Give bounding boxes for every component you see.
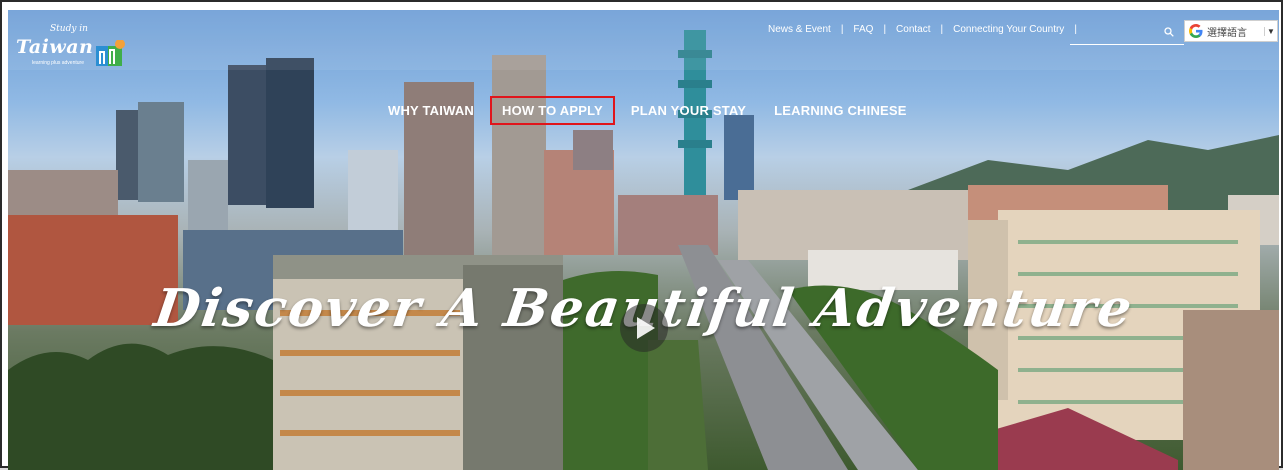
google-g-icon (1189, 24, 1203, 38)
top-separator: | (940, 24, 944, 35)
logo-wordmark: Taiwan (16, 36, 94, 58)
city-skyline-background (8, 10, 1279, 470)
site-logo[interactable]: Study in Taiwan learning plus adventure (16, 20, 134, 78)
hero-banner: Study in Taiwan learning plus adventure … (8, 10, 1279, 470)
play-icon (637, 317, 655, 339)
top-separator: | (840, 24, 844, 35)
sun-icon (96, 40, 125, 66)
logo-script-text: Study in (50, 24, 88, 34)
nav-learning-chinese[interactable]: LEARNING CHINESE (764, 98, 917, 123)
logo-tagline: learning plus adventure (32, 60, 84, 66)
language-selector-label: 選擇語言 (1207, 27, 1247, 39)
nav-how-to-apply[interactable]: HOW TO APPLY (490, 96, 615, 125)
top-link-faq[interactable]: FAQ (853, 24, 873, 35)
top-link-news-event[interactable]: News & Event (768, 24, 831, 35)
nav-plan-your-stay[interactable]: PLAN YOUR STAY (621, 98, 756, 123)
top-link-connecting-your-country[interactable]: Connecting Your Country (953, 24, 1064, 35)
video-play-button[interactable] (620, 304, 668, 352)
main-nav: WHY TAIWAN HOW TO APPLY PLAN YOUR STAY L… (378, 96, 925, 125)
search-icon[interactable] (1164, 27, 1174, 37)
browser-frame: Study in Taiwan learning plus adventure … (0, 0, 1283, 470)
chevron-down-icon: ▼ (1264, 26, 1277, 36)
top-separator: | (883, 24, 887, 35)
top-link-contact[interactable]: Contact (896, 24, 930, 35)
top-utility-nav: News & Event | FAQ | Contact | Connectin… (768, 24, 1087, 35)
nav-why-taiwan[interactable]: WHY TAIWAN (378, 98, 484, 123)
language-selector[interactable]: 選擇語言 ▼ (1184, 20, 1278, 42)
